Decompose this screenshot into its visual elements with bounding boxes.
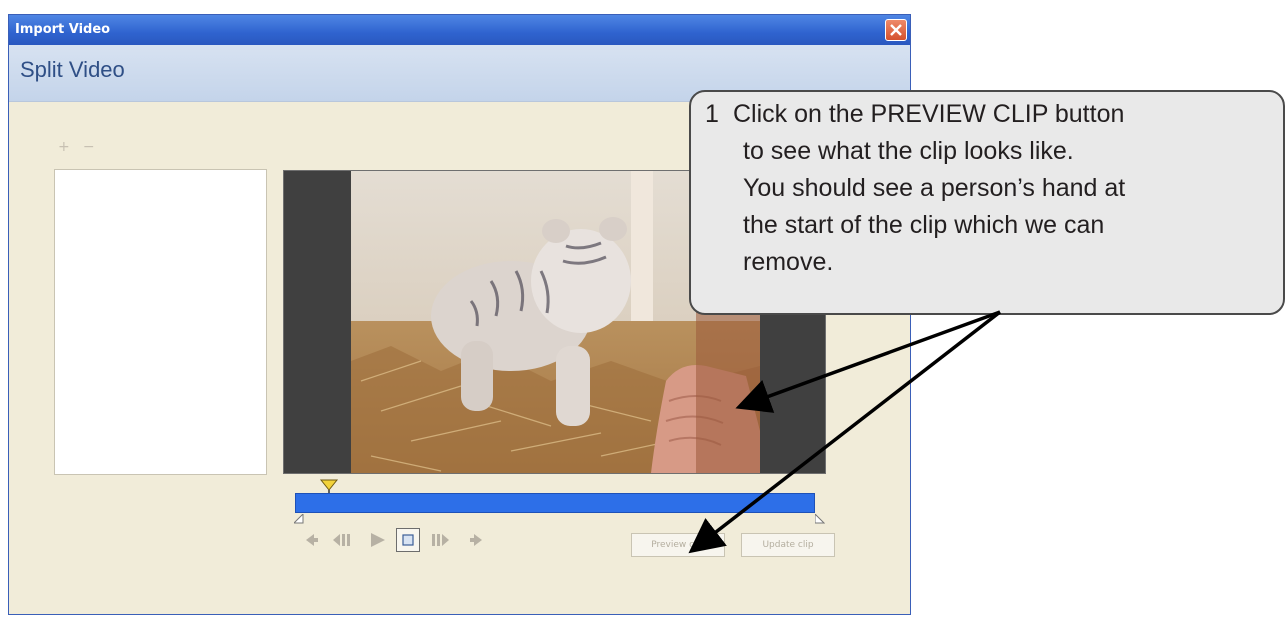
- callout-line-3: You should see a person’s hand at: [743, 174, 1126, 202]
- in-point-marker-icon[interactable]: [294, 514, 304, 524]
- title-bar[interactable]: Import Video: [9, 15, 910, 45]
- close-icon: [890, 24, 902, 36]
- callout-line-5: remove.: [743, 248, 834, 276]
- step-back-icon[interactable]: [330, 528, 354, 552]
- callout-line-1: 1 Click on the PREVIEW CLIP button: [705, 96, 1125, 133]
- play-icon[interactable]: [366, 528, 390, 552]
- callout-line-2: to see what the clip looks like.: [743, 137, 1074, 165]
- callout-line-4: the start of the clip which we can: [743, 211, 1105, 239]
- page-title: Split Video: [20, 57, 125, 82]
- out-point-marker-icon[interactable]: [815, 514, 825, 524]
- clip-list-toolbar: + −: [58, 136, 95, 155]
- stop-button[interactable]: [396, 528, 420, 552]
- callout-line-1-text: Click on the PREVIEW CLIP button: [733, 100, 1125, 128]
- timeline-scrubber[interactable]: [295, 493, 815, 513]
- remove-clip-icon[interactable]: −: [83, 139, 95, 155]
- go-to-start-icon[interactable]: [300, 528, 324, 552]
- instruction-callout: 1 Click on the PREVIEW CLIP button to see…: [689, 90, 1285, 315]
- step-number: 1: [705, 100, 719, 128]
- preview-clip-button[interactable]: Preview clip: [631, 533, 725, 557]
- close-button[interactable]: [885, 19, 907, 41]
- callout-text: 1 Click on the PREVIEW CLIP button to see…: [705, 96, 1125, 281]
- step-forward-icon[interactable]: [428, 528, 452, 552]
- go-to-end-icon[interactable]: [464, 528, 488, 552]
- window-title: Import Video: [15, 22, 111, 37]
- add-clip-icon[interactable]: +: [58, 139, 70, 155]
- clip-list[interactable]: [54, 169, 267, 475]
- update-clip-button[interactable]: Update clip: [741, 533, 835, 557]
- stop-icon: [402, 534, 414, 546]
